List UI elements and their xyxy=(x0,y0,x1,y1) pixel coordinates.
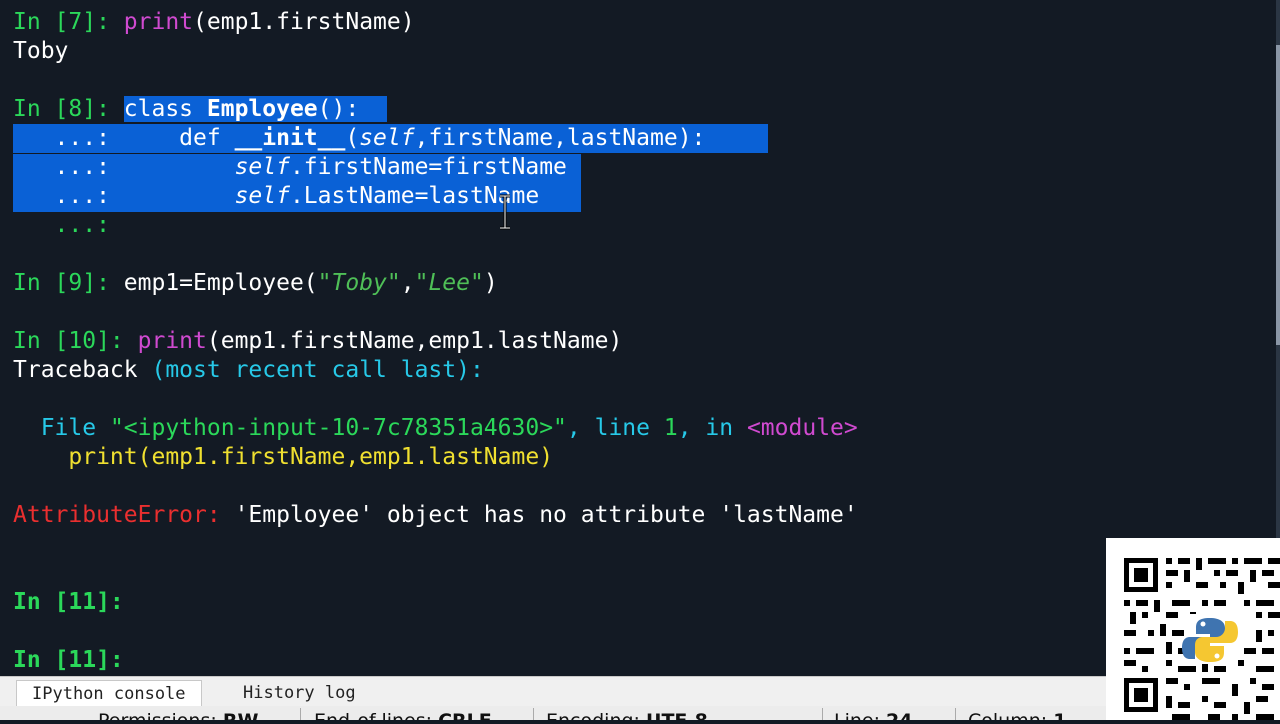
code-text: (): xyxy=(317,96,360,122)
status-column: Column: 1 xyxy=(968,710,1066,720)
tab-history-log[interactable]: History log xyxy=(228,680,371,707)
console-line: In [8]: class Employee(): xyxy=(13,95,387,124)
error-type: AttributeError: xyxy=(13,502,221,528)
traceback-label: Traceback xyxy=(13,357,152,383)
class-name: Employee xyxy=(206,96,318,122)
traceback-text: , in xyxy=(677,415,747,441)
qr-code-icon xyxy=(1106,538,1280,720)
code-text: (emp1.firstName,emp1.lastName) xyxy=(206,328,623,354)
input-prompt: In [8]: xyxy=(13,96,124,122)
traceback-text: File xyxy=(13,415,110,441)
output-line: Toby xyxy=(13,38,69,64)
status-encoding: Encoding: UTF-8 xyxy=(546,710,708,720)
function-name: __init__ xyxy=(234,125,346,151)
error-message: 'Employee' object has no attribute 'last… xyxy=(220,502,858,528)
code-text: .firstName=firstName xyxy=(289,154,567,180)
continuation-prompt: ...: xyxy=(13,183,235,209)
status-eol: End-of-lines: CRLF xyxy=(314,710,492,720)
input-prompt: In [10]: xyxy=(13,328,138,354)
keyword: def xyxy=(179,125,235,151)
code-text: emp1=Employee( xyxy=(123,270,318,296)
console-line: In [9]: emp1=Employee("Toby","Lee") xyxy=(13,269,498,298)
self-keyword: self xyxy=(359,125,415,151)
traceback-header: Traceback (most recent call last): xyxy=(13,356,484,385)
keyword: class xyxy=(123,96,207,122)
error-line: AttributeError: 'Employee' object has no… xyxy=(13,501,858,530)
input-prompt[interactable]: In [11]: xyxy=(13,646,124,675)
tab-bar: IPython console History log xyxy=(0,676,1280,708)
status-line: Line: 24 xyxy=(834,710,913,720)
console-line: ...: self.LastName=lastName xyxy=(13,182,540,211)
console-line: In [10]: print(emp1.firstName,emp1.lastN… xyxy=(13,327,622,356)
input-prompt: In [7]: xyxy=(13,9,124,35)
module-name: <module> xyxy=(746,415,858,441)
console-line: In [7]: print(emp1.firstName) xyxy=(13,8,415,37)
builtin-name: print xyxy=(137,328,207,354)
continuation-prompt: ...: xyxy=(13,154,235,180)
console-line: ...: self.firstName=firstName xyxy=(13,153,567,182)
self-keyword: self xyxy=(234,183,290,209)
ipython-console[interactable]: In [7]: print(emp1.firstName) Toby In [8… xyxy=(0,0,1276,676)
python-logo-icon xyxy=(1182,614,1238,664)
input-prompt[interactable]: In [11]: xyxy=(13,588,124,617)
continuation-prompt: ...: xyxy=(13,212,110,238)
selected-code: class Employee(): xyxy=(123,96,387,122)
code-text: , xyxy=(400,270,415,296)
line-number: 1 xyxy=(663,415,678,441)
status-permissions: Permissions: RW xyxy=(98,710,258,720)
code-text: ,firstName,lastName): xyxy=(414,125,706,151)
string-literal: "Lee" xyxy=(414,270,484,296)
code-text: ( xyxy=(345,125,360,151)
console-line: ...: def __init__(self,firstName,lastNam… xyxy=(13,124,768,153)
tab-ipython-console[interactable]: IPython console xyxy=(16,680,202,708)
file-name: "<ipython-input-10-7c78351a4630>" xyxy=(109,415,567,441)
traceback-note: (most recent call last): xyxy=(151,357,484,383)
traceback-text: , line xyxy=(566,415,664,441)
traceback-code: print(emp1.firstName,emp1.lastName) xyxy=(13,444,554,470)
string-literal: "Toby" xyxy=(317,270,401,296)
code-text: ) xyxy=(483,270,498,296)
self-keyword: self xyxy=(234,154,290,180)
scrollbar-thumb[interactable] xyxy=(1276,45,1280,345)
code-text: (emp1.firstName) xyxy=(193,9,415,35)
status-bar: Permissions: RW End-of-lines: CRLF Encod… xyxy=(0,706,1280,720)
continuation-prompt: ...: xyxy=(13,125,180,151)
builtin-name: print xyxy=(123,9,194,35)
text-cursor-icon xyxy=(500,194,510,230)
traceback-file-line: File "<ipython-input-10-7c78351a4630>", … xyxy=(13,414,858,443)
input-prompt: In [9]: xyxy=(13,270,124,296)
